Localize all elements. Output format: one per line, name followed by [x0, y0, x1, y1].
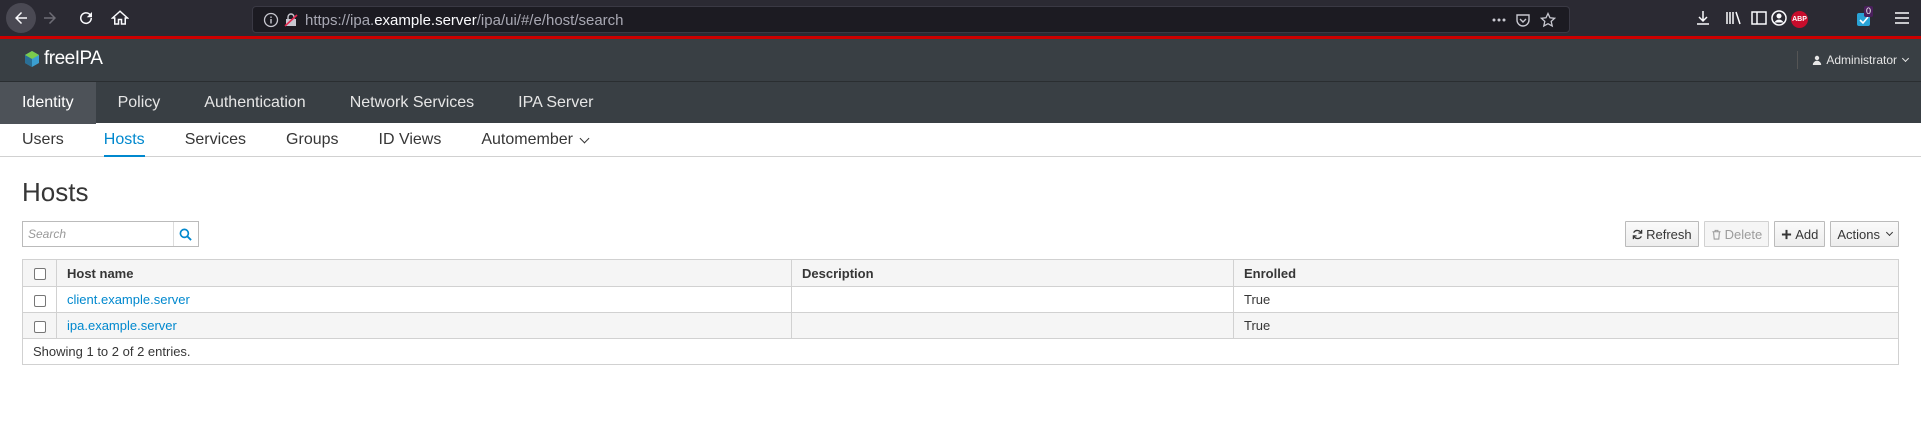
arrow-right-icon: [44, 12, 56, 24]
reload-icon: [80, 12, 93, 25]
row-checkbox[interactable]: [33, 294, 46, 307]
freeipa-logo-icon: [25, 51, 39, 67]
add-label: Add: [1795, 226, 1819, 242]
actions-dropdown[interactable]: Actions: [1830, 221, 1899, 247]
subnav-automember-label: Automember: [481, 131, 573, 148]
logo-text: freeIPA: [44, 48, 103, 69]
table-footer-row: Showing 1 to 2 of 2 entries.: [22, 338, 1899, 365]
plus-icon: [1782, 229, 1792, 239]
column-header-description[interactable]: Description: [791, 259, 1234, 287]
chevron-down-icon: [579, 133, 590, 143]
select-all-checkbox[interactable]: [33, 268, 46, 281]
user-menu[interactable]: Administrator: [1797, 51, 1910, 69]
freeipa-logo[interactable]: freeIPA: [24, 48, 103, 70]
subnav-services[interactable]: Services: [185, 123, 246, 157]
column-header-enrolled[interactable]: Enrolled: [1233, 259, 1899, 287]
search-button[interactable]: [173, 222, 197, 246]
url-path: /ipa/ui/#/e/host/search: [476, 12, 624, 29]
pagination-summary: Showing 1 to 2 of 2 entries.: [22, 338, 1899, 365]
page-title: Hosts: [22, 177, 89, 207]
add-button[interactable]: Add: [1774, 221, 1826, 247]
user-name: Administrator: [1826, 53, 1897, 67]
search-box: [22, 221, 199, 247]
page-actions-icon[interactable]: [1491, 12, 1507, 33]
arrow-left-icon: [15, 12, 27, 24]
library-icon[interactable]: [1724, 9, 1742, 32]
adblock-icon[interactable]: ABP: [1791, 11, 1808, 28]
description-cell: [791, 286, 1234, 313]
select-all-cell: [22, 259, 57, 287]
url-text[interactable]: https://ipa.example.server/ipa/ui/#/e/ho…: [305, 12, 624, 29]
extension-icon[interactable]: 0: [1856, 6, 1874, 27]
table-header-row: Host name Description Enrolled: [22, 259, 1899, 287]
forward-button[interactable]: [38, 6, 62, 30]
column-header-host-name[interactable]: Host name: [56, 259, 792, 287]
account-icon[interactable]: [1770, 9, 1788, 32]
trash-icon: [1712, 229, 1721, 240]
subnav-users[interactable]: Users: [22, 123, 64, 157]
list-toolbar: Refresh Delete Add Actions: [22, 221, 1899, 251]
action-buttons: Refresh Delete Add Actions: [1625, 221, 1899, 247]
refresh-button[interactable]: Refresh: [1625, 221, 1699, 247]
browser-toolbar: https://ipa.example.server/ipa/ui/#/e/ho…: [0, 0, 1921, 36]
download-icon[interactable]: [1694, 9, 1712, 32]
hamburger-menu-icon[interactable]: [1893, 9, 1911, 32]
enrolled-cell: True: [1233, 312, 1899, 339]
description-cell: [791, 312, 1234, 339]
url-prefix: https://ipa.: [305, 12, 375, 29]
delete-label: Delete: [1724, 226, 1763, 242]
nav-network-services[interactable]: Network Services: [328, 82, 496, 124]
secondary-nav: Users Hosts Services Groups ID Views Aut…: [0, 123, 1921, 157]
host-name-cell: client.example.server: [56, 286, 792, 313]
host-link[interactable]: ipa.example.server: [67, 318, 177, 333]
hosts-table: Host name Description Enrolled client.ex…: [22, 259, 1899, 365]
app-header: freeIPA Administrator: [0, 36, 1921, 81]
subnav-id-views[interactable]: ID Views: [379, 123, 442, 157]
url-bar[interactable]: https://ipa.example.server/ipa/ui/#/e/ho…: [252, 6, 1570, 33]
search-icon: [179, 228, 192, 241]
home-button[interactable]: [108, 6, 132, 30]
refresh-icon: [1632, 229, 1643, 239]
host-link[interactable]: client.example.server: [67, 292, 190, 307]
nav-authentication[interactable]: Authentication: [182, 82, 327, 124]
nav-ipa-server[interactable]: IPA Server: [496, 82, 615, 124]
row-select-cell: [22, 312, 57, 339]
subnav-groups[interactable]: Groups: [286, 123, 338, 157]
subnav-automember[interactable]: Automember: [481, 123, 590, 157]
reload-button[interactable]: [74, 6, 98, 30]
nav-identity[interactable]: Identity: [0, 82, 96, 124]
actions-label: Actions: [1837, 226, 1880, 242]
enrolled-cell: True: [1233, 286, 1899, 313]
nav-policy[interactable]: Policy: [96, 82, 183, 124]
home-icon: [111, 10, 129, 25]
insecure-lock-icon[interactable]: [283, 12, 299, 33]
extension-badge: 0: [1864, 6, 1874, 17]
delete-button[interactable]: Delete: [1703, 221, 1770, 247]
pocket-icon[interactable]: [1515, 12, 1531, 33]
primary-nav: Identity Policy Authentication Network S…: [0, 81, 1921, 124]
table-row: client.example.server True: [22, 286, 1899, 313]
back-button[interactable]: [6, 3, 36, 33]
chevron-down-icon: [1885, 228, 1894, 237]
search-input[interactable]: [23, 222, 173, 246]
main-content: Hosts Refresh Delete Add Actions: [0, 157, 1921, 365]
user-icon: [1813, 55, 1822, 65]
chevron-down-icon: [1901, 54, 1910, 62]
bookmark-star-icon[interactable]: [1539, 11, 1557, 33]
subnav-hosts[interactable]: Hosts: [103, 123, 145, 157]
table-row: ipa.example.server True: [22, 312, 1899, 339]
refresh-label: Refresh: [1646, 226, 1692, 242]
sidebar-icon[interactable]: [1750, 9, 1768, 32]
host-name-cell: ipa.example.server: [56, 312, 792, 339]
info-icon[interactable]: [263, 12, 279, 33]
row-checkbox[interactable]: [33, 320, 46, 333]
row-select-cell: [22, 286, 57, 313]
url-domain: example.server: [374, 12, 477, 29]
